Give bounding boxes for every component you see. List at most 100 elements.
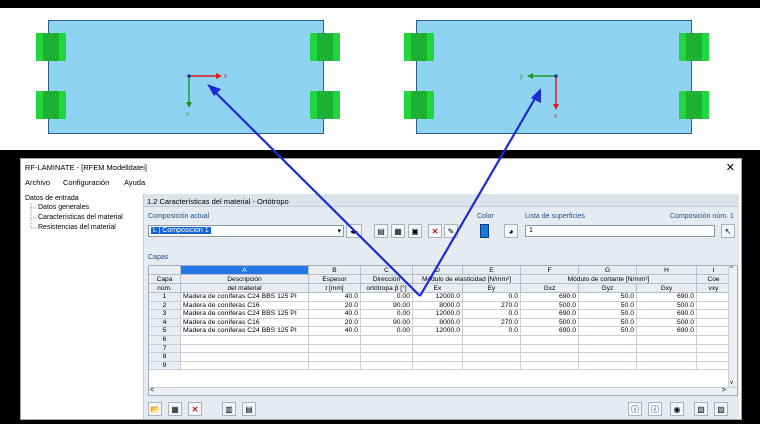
table-cell[interactable]: 0.0 [463,293,521,302]
table-cell[interactable] [361,344,413,354]
tree-item-datos-generales[interactable]: Datos generales [38,204,89,211]
table-cell[interactable] [413,344,463,354]
table-cell[interactable] [697,310,731,319]
table-cell[interactable]: 690.0 [637,327,697,336]
table-cell[interactable]: 50.0 [579,310,637,319]
table-cell[interactable]: 0.0 [463,327,521,336]
lista-superficies-input[interactable]: 1 [525,225,715,237]
table-cell[interactable] [361,353,413,362]
table-cell[interactable]: Madera de coníferas C24 BBS 125 PI [181,310,309,319]
table-cell[interactable]: 20.0 [309,318,361,328]
table-cell[interactable] [697,344,731,354]
table-cell[interactable] [463,336,521,345]
table-cell[interactable]: 690.0 [637,293,697,302]
row-number[interactable]: 2 [149,301,181,311]
table-cell[interactable]: 690.0 [521,327,579,336]
table-cell[interactable] [579,361,637,371]
scroll-down-icon[interactable]: v [730,380,733,386]
column-letter-b[interactable]: B [309,266,361,275]
table-cell[interactable] [181,336,309,345]
table-cell[interactable] [697,336,731,345]
print-icon[interactable]: ▨ [714,402,728,416]
row-number[interactable]: 4 [149,318,181,328]
horizontal-scrollbar[interactable]: < > [149,387,737,395]
table-cell[interactable] [521,361,579,371]
table-cell[interactable]: 690.0 [521,293,579,302]
table-cell[interactable] [181,353,309,362]
table-cell[interactable]: 500.0 [521,301,579,311]
row-number[interactable]: 1 [149,293,181,302]
table-cell[interactable]: 40.0 [309,327,361,336]
table-cell[interactable]: 270.0 [463,301,521,311]
table-cell[interactable] [697,301,731,311]
column-letter-a[interactable]: A [181,266,309,275]
table-cell[interactable]: 270.0 [463,318,521,328]
table-cell[interactable]: 500.0 [637,318,697,328]
table-cell[interactable]: 50.0 [579,293,637,302]
palette-icon[interactable]: ◕ [504,224,518,238]
table-cell[interactable] [697,327,731,336]
column-letter-e[interactable]: E [463,266,521,275]
table-cell[interactable]: 0.0 [463,310,521,319]
table-cell[interactable] [697,353,731,362]
table-cell[interactable]: 8000.0 [413,301,463,311]
column-letter-i[interactable]: I [697,266,731,275]
table-cell[interactable] [579,336,637,345]
new-folder-icon[interactable]: ▤ [374,224,388,238]
table-cell[interactable]: Madera de coníferas C24 BBS 125 PI [181,327,309,336]
table-cell[interactable] [413,336,463,345]
view-icon[interactable]: ◉ [670,402,684,416]
info-icon[interactable]: ⓘ [628,402,642,416]
table-cell[interactable]: Madera de coníferas C16 [181,318,309,328]
table-cell[interactable]: 40.0 [309,293,361,302]
row-number[interactable]: 5 [149,327,181,336]
tree-root-datos-entrada[interactable]: Datos de entrada [25,195,79,202]
table-cell[interactable]: 500.0 [637,301,697,311]
menu-ayuda[interactable]: Ayuda [124,178,145,187]
table-cell[interactable]: 50.0 [579,327,637,336]
row-number[interactable]: 3 [149,310,181,319]
delete-icon[interactable]: ✕ [428,224,442,238]
table-cell[interactable]: 12000.0 [413,310,463,319]
row-number[interactable]: 9 [149,361,181,371]
table-cell[interactable] [521,344,579,354]
column-letter-c[interactable]: C [361,266,413,275]
tree-item-caracteristicas-material[interactable]: Características del material [38,214,123,221]
tree-item-resistencias-material[interactable]: Resistencias del material [38,224,116,231]
table-cell[interactable]: Madera de coníferas C24 BBS 125 PI [181,293,309,302]
table-cell[interactable]: 90.00 [361,301,413,311]
table-cell[interactable] [181,361,309,371]
table-cell[interactable] [637,353,697,362]
table-cell[interactable] [309,336,361,345]
column-letter-g[interactable]: G [579,266,637,275]
table-cell[interactable] [463,361,521,371]
table-cell[interactable]: 20.0 [309,301,361,311]
table-cell[interactable] [579,353,637,362]
column-letter-h[interactable]: H [637,266,697,275]
row-number[interactable]: 7 [149,344,181,354]
table-cell[interactable] [309,361,361,371]
table-cell[interactable]: 50.0 [579,301,637,311]
column-letter-d[interactable]: D [413,266,463,275]
table-cell[interactable] [697,318,731,328]
table-cell[interactable] [463,344,521,354]
table-cell[interactable] [413,361,463,371]
table-cell[interactable]: 8000.0 [413,318,463,328]
scroll-right-icon[interactable]: > [722,387,726,394]
table-cell[interactable] [413,353,463,362]
details-icon[interactable]: ⓘ [648,402,662,416]
paste-icon[interactable]: ▣ [408,224,422,238]
table-cell[interactable] [521,353,579,362]
copy-icon[interactable]: ▦ [391,224,405,238]
table-cell[interactable]: 690.0 [637,310,697,319]
table-cell[interactable] [697,361,731,371]
scroll-up-icon[interactable]: ^ [730,266,733,272]
scroll-left-icon[interactable]: < [150,387,154,394]
table-cell[interactable]: Madera de coníferas C16 [181,301,309,311]
row-number[interactable]: 6 [149,336,181,345]
edit-icon[interactable]: ✎ [444,224,458,238]
graphics-icon[interactable]: ▧ [694,402,708,416]
open-icon[interactable]: 📂 [148,402,162,416]
table-cell[interactable] [309,344,361,354]
color-swatch[interactable] [480,224,489,238]
